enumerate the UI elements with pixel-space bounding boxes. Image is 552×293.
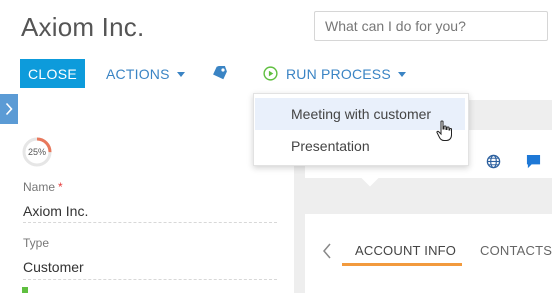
tag-icon[interactable] [212,66,228,80]
completeness-value: 25% [27,147,46,157]
tab-account-info[interactable]: ACCOUNT INFO [355,243,456,258]
actions-button[interactable]: ACTIONS [106,59,185,88]
chevron-down-icon [397,71,406,77]
required-mark: * [58,180,63,194]
chevron-down-icon [176,71,185,77]
name-field[interactable]: Axiom Inc. [23,203,88,219]
play-circle-icon [263,66,278,81]
search-box[interactable] [314,11,548,41]
type-label: Type [23,236,50,250]
chat-bubble-icon[interactable] [526,154,541,169]
field-divider [23,222,277,223]
tab-contacts[interactable]: CONTACTS [480,243,552,258]
name-label-text: Name [23,180,56,194]
chevron-left-icon[interactable] [321,242,333,260]
run-process-button[interactable]: RUN PROCESS [263,59,406,88]
menu-item-meeting-with-customer[interactable]: Meeting with customer [255,98,465,130]
page-title: Axiom Inc. [21,12,145,42]
search-input[interactable] [315,12,547,40]
type-field[interactable]: Customer [23,259,84,275]
menu-item-presentation[interactable]: Presentation [255,130,465,162]
chevron-right-icon [5,102,13,116]
close-button[interactable]: CLOSE [20,59,85,88]
name-label: Name * [23,180,63,194]
globe-icon[interactable] [486,154,501,169]
field-divider [23,279,277,280]
actions-label: ACTIONS [106,65,170,82]
sidebar-toggle-button[interactable] [0,94,18,124]
mouse-cursor-icon [436,120,452,141]
run-process-label: RUN PROCESS [286,65,391,82]
active-tab-indicator [342,263,462,266]
status-indicator [22,287,28,293]
